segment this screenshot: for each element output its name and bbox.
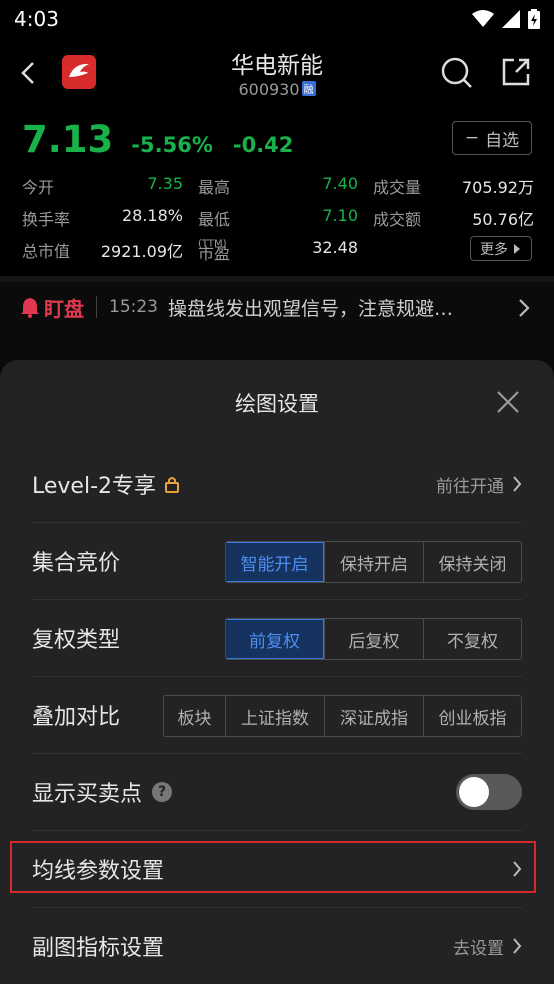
stock-code: 600930 [238, 80, 300, 99]
status-time: 4:03 [14, 7, 59, 31]
overlay-option-sse[interactable]: 上证指数 [225, 696, 324, 736]
pe-value: 32.48 [312, 238, 358, 257]
price-row: 7.13 -5.56% -0.42 [22, 118, 293, 164]
help-icon[interactable]: ? [152, 782, 173, 802]
level2-row[interactable]: Level-2专享 前往开通 [32, 446, 522, 523]
auction-option-keep-off[interactable]: 保持关闭 [423, 542, 521, 582]
watchlist-button[interactable]: − 自选 [452, 121, 532, 155]
overlay-label: 叠加对比 [32, 705, 121, 730]
chevron-right-icon [513, 476, 522, 492]
watchlist-label: 自选 [485, 130, 520, 151]
divider [96, 296, 97, 318]
adjust-option-forward[interactable]: 前复权 [226, 619, 324, 659]
monitor-logo-text: 盯盘 [44, 296, 84, 321]
share-icon[interactable] [500, 56, 532, 88]
level2-action: 前往开通 [436, 476, 504, 497]
change-amount: -0.42 [232, 133, 294, 157]
amount-label: 成交额 [373, 210, 422, 229]
amount-value: 50.76亿 [472, 210, 534, 229]
toggle-knob [459, 777, 489, 807]
turnover-value: 28.18% [121, 206, 183, 225]
monitor-message: 操盘线发出观望信号，注意规避… [168, 297, 454, 320]
auction-row: 集合竞价 智能开启 保持开启 保持关闭 [32, 523, 522, 600]
chevron-right-icon [519, 299, 530, 317]
minus-icon: − [464, 128, 480, 148]
lock-icon [165, 477, 180, 493]
status-bar: 4:03 [0, 0, 554, 38]
low-label: 最低 [198, 210, 231, 229]
change-percent: -5.56% [131, 133, 213, 157]
level2-label: Level-2专享 [32, 474, 157, 499]
last-price: 7.13 [22, 118, 114, 161]
market-cap-value: 2921.09亿 [100, 242, 183, 261]
bell-icon [21, 298, 39, 318]
volume-label: 成交量 [373, 178, 422, 197]
auction-option-smart[interactable]: 智能开启 [226, 542, 324, 582]
caret-right-icon [514, 243, 520, 254]
open-label: 今开 [22, 178, 55, 197]
buysell-label: 显示买卖点 [32, 782, 143, 807]
search-icon[interactable] [440, 56, 474, 90]
high-value: 7.40 [322, 174, 358, 193]
sub-indicator-label: 副图指标设置 [32, 936, 165, 961]
buysell-toggle[interactable] [456, 774, 522, 810]
highlight-box [10, 841, 536, 893]
adjust-option-backward[interactable]: 后复权 [324, 619, 423, 659]
wifi-icon [472, 10, 494, 27]
more-button[interactable]: 更多 [470, 236, 532, 261]
overlay-option-chinext[interactable]: 创业板指 [423, 696, 521, 736]
adjust-option-none[interactable]: 不复权 [423, 619, 521, 659]
stock-header: 华电新能 600930 融 [0, 38, 554, 108]
market-cap-label: 总市值 [22, 242, 71, 261]
open-value: 7.35 [147, 174, 183, 193]
monitor-banner[interactable]: 盯盘 15:23 操盘线发出观望信号，注意规避… [0, 282, 554, 332]
chevron-right-icon [513, 938, 522, 954]
quote-stats: 今开 7.35 最高 7.40 成交量 705.92万 换手率 28.18% 最… [22, 172, 534, 268]
auction-option-keep-on[interactable]: 保持开启 [324, 542, 423, 582]
adjust-segmented-control: 前复权 后复权 不复权 [225, 618, 522, 660]
signal-icon [502, 10, 520, 28]
overlay-segmented-control: 板块 上证指数 深证成指 创业板指 [163, 695, 522, 737]
turnover-label: 换手率 [22, 210, 71, 229]
margin-badge: 融 [301, 81, 316, 96]
buysell-row: 显示买卖点 ? [32, 754, 522, 831]
adjust-label: 复权类型 [32, 628, 121, 653]
overlay-option-sector[interactable]: 板块 [164, 696, 225, 736]
close-icon[interactable] [496, 390, 520, 414]
overlay-row: 叠加对比 板块 上证指数 深证成指 创业板指 [32, 677, 522, 754]
adjust-row: 复权类型 前复权 后复权 不复权 [32, 600, 522, 677]
more-label: 更多 [480, 241, 508, 258]
auction-label: 集合竞价 [32, 551, 121, 576]
high-label: 最高 [198, 178, 231, 197]
pe-label: 市盈 (TTM) [198, 238, 231, 263]
sub-indicator-action: 去设置 [453, 938, 504, 959]
sub-indicator-row[interactable]: 副图指标设置 去设置 [32, 908, 522, 984]
volume-value: 705.92万 [462, 178, 534, 197]
auction-segmented-control: 智能开启 保持开启 保持关闭 [225, 541, 522, 583]
monitor-time: 15:23 [109, 297, 158, 317]
low-value: 7.10 [322, 206, 358, 225]
overlay-option-szse[interactable]: 深证成指 [324, 696, 423, 736]
sheet-title: 绘图设置 [235, 392, 319, 416]
battery-icon [528, 9, 540, 29]
